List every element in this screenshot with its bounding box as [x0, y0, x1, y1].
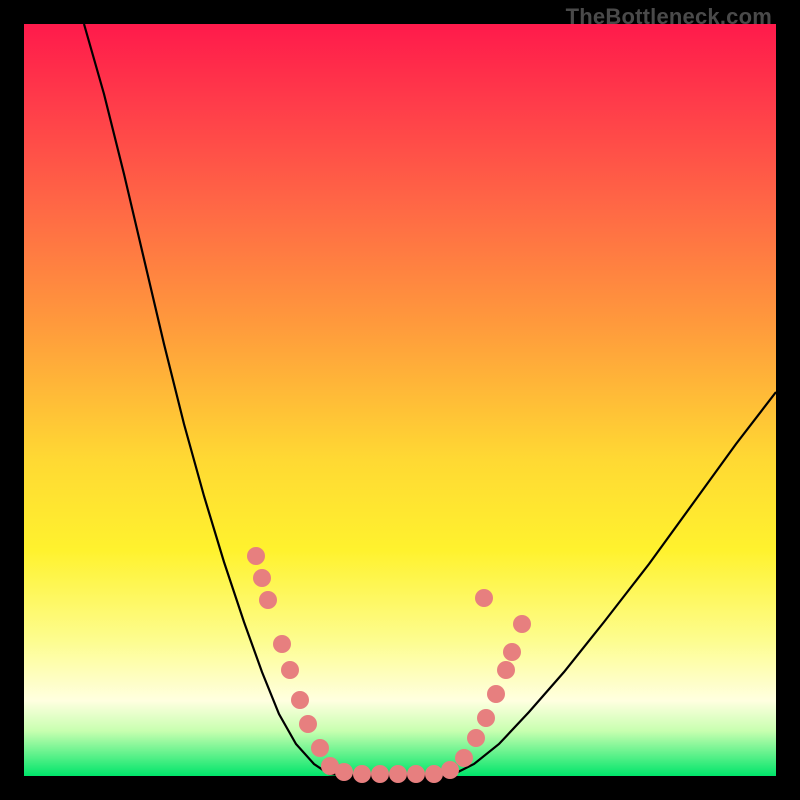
data-marker: [291, 691, 309, 709]
bottleneck-curve: [84, 24, 776, 775]
data-marker: [259, 591, 277, 609]
data-marker: [389, 765, 407, 783]
data-marker: [371, 765, 389, 783]
chart-frame: [24, 24, 776, 776]
data-marker: [497, 661, 515, 679]
data-marker: [503, 643, 521, 661]
data-marker: [467, 729, 485, 747]
data-marker: [441, 761, 459, 779]
data-marker: [513, 615, 531, 633]
data-marker: [273, 635, 291, 653]
marker-group: [247, 547, 531, 783]
data-marker: [247, 547, 265, 565]
data-marker: [477, 709, 495, 727]
data-marker: [311, 739, 329, 757]
watermark-text: TheBottleneck.com: [566, 4, 772, 30]
data-marker: [281, 661, 299, 679]
data-marker: [407, 765, 425, 783]
data-marker: [353, 765, 371, 783]
data-marker: [455, 749, 473, 767]
chart-svg: [24, 24, 776, 776]
data-marker: [475, 589, 493, 607]
data-marker: [299, 715, 317, 733]
data-marker: [335, 763, 353, 781]
data-marker: [425, 765, 443, 783]
data-marker: [253, 569, 271, 587]
data-marker: [487, 685, 505, 703]
